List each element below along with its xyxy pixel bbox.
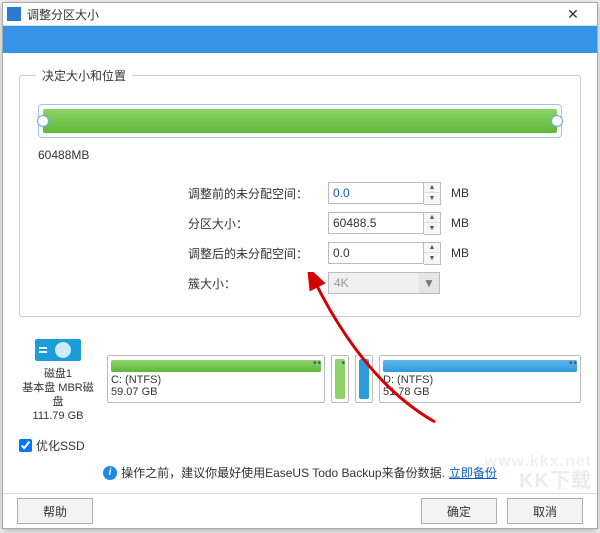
partition-list: C: (NTFS) 59.07 GB •• • • D: (NTFS) 51.7… (107, 355, 581, 403)
spin-up-icon[interactable]: ▲ (424, 213, 440, 224)
spinner-partition-size: ▲ ▼ (328, 212, 441, 235)
disk-type: 基本盘 MBR磁盘 (19, 381, 97, 409)
more-icon[interactable]: • (341, 358, 346, 369)
close-button[interactable]: ✕ (553, 3, 593, 25)
ok-button[interactable]: 确定 (421, 498, 497, 524)
group-legend: 决定大小和位置 (36, 67, 132, 84)
titlebar: 调整分区大小 ✕ (3, 3, 597, 26)
more-icon[interactable]: •• (313, 358, 322, 369)
partition-label: C: (NTFS) (111, 374, 321, 386)
chevron-down-icon: ▼ (419, 273, 439, 293)
spin-down-icon[interactable]: ▼ (424, 223, 440, 234)
spin-up-icon[interactable]: ▲ (424, 183, 440, 194)
partition-bar-c (111, 360, 321, 372)
more-icon[interactable]: •• (569, 358, 578, 369)
window-title: 调整分区大小 (27, 6, 553, 23)
label-cluster-size: 簇大小： (188, 275, 328, 292)
row-unalloc-after: 调整后的未分配空间： ▲ ▼ MB (188, 238, 562, 268)
content-area: 决定大小和位置 60488MB 调整前的未分配空间： ▲ ▼ (3, 53, 597, 493)
row-unalloc-before: 调整前的未分配空间： ▲ ▼ MB (188, 178, 562, 208)
partition-bar[interactable] (38, 104, 562, 138)
label-unalloc-after: 调整后的未分配空间： (188, 245, 328, 262)
size-position-group: 决定大小和位置 60488MB 调整前的未分配空间： ▲ ▼ (19, 67, 581, 317)
unit-mb: MB (451, 246, 475, 260)
partition-size-label: 60488MB (38, 148, 562, 162)
unit-mb: MB (451, 186, 475, 200)
row-partition-size: 分区大小： ▲ ▼ MB (188, 208, 562, 238)
tip-text: 操作之前，建议你最好使用EaseUS Todo Backup来备份数据. (121, 464, 445, 481)
partition-c[interactable]: C: (NTFS) 59.07 GB •• (107, 355, 325, 403)
partition-bar-fill (43, 109, 557, 133)
backup-link[interactable]: 立即备份 (449, 464, 497, 481)
label-optimize-ssd: 优化SSD (36, 437, 85, 454)
info-icon: i (103, 466, 117, 480)
partition-bar-d (383, 360, 577, 372)
partition-label: D: (NTFS) (383, 374, 577, 386)
dialog-window: 调整分区大小 ✕ 决定大小和位置 60488MB 调整前的未分配空间： ▲ (2, 2, 598, 529)
spinner-unalloc-before: ▲ ▼ (328, 182, 441, 205)
row-cluster-size: 簇大小： 4K ▼ (188, 268, 562, 298)
input-partition-size[interactable] (328, 212, 424, 234)
header-band (3, 26, 597, 53)
spin-down-icon[interactable]: ▼ (424, 253, 440, 264)
partition-d[interactable]: D: (NTFS) 51.78 GB •• (379, 355, 581, 403)
cancel-button[interactable]: 取消 (507, 498, 583, 524)
form-fields: 调整前的未分配空间： ▲ ▼ MB 分区大小： (38, 178, 562, 298)
backup-tip: i 操作之前，建议你最好使用EaseUS Todo Backup来备份数据. 立… (19, 458, 581, 483)
help-button[interactable]: 帮助 (17, 498, 93, 524)
spinner-unalloc-after: ▲ ▼ (328, 242, 441, 265)
input-unalloc-after[interactable] (328, 242, 424, 264)
label-unalloc-before: 调整前的未分配空间： (188, 185, 328, 202)
disk-overview: 磁盘1 基本盘 MBR磁盘 111.79 GB C: (NTFS) 59.07 … (19, 329, 581, 433)
partition-size: 59.07 GB (111, 386, 321, 398)
disk-total: 111.79 GB (19, 409, 97, 423)
label-partition-size: 分区大小： (188, 215, 328, 232)
ssd-optimize-row: 优化SSD (19, 433, 581, 458)
dialog-footer: 帮助 确定 取消 (3, 493, 597, 528)
partition-size: 51.78 GB (383, 386, 577, 398)
spin-up-icon[interactable]: ▲ (424, 243, 440, 254)
disk-info: 磁盘1 基本盘 MBR磁盘 111.79 GB (19, 335, 97, 423)
checkbox-optimize-ssd[interactable] (19, 439, 32, 452)
resize-handle-left[interactable] (37, 115, 49, 127)
app-icon (7, 7, 21, 21)
dropdown-value: 4K (329, 276, 419, 290)
dropdown-cluster-size[interactable]: 4K ▼ (328, 272, 440, 294)
disk-name: 磁盘1 (19, 367, 97, 381)
spin-down-icon[interactable]: ▼ (424, 193, 440, 204)
input-unalloc-before[interactable] (328, 182, 424, 204)
unit-mb: MB (451, 216, 475, 230)
partition-small-1[interactable]: • (331, 355, 349, 403)
disk-icon (35, 335, 81, 365)
more-icon[interactable]: • (365, 358, 370, 369)
partition-small-2[interactable]: • (355, 355, 373, 403)
resize-handle-right[interactable] (551, 115, 563, 127)
